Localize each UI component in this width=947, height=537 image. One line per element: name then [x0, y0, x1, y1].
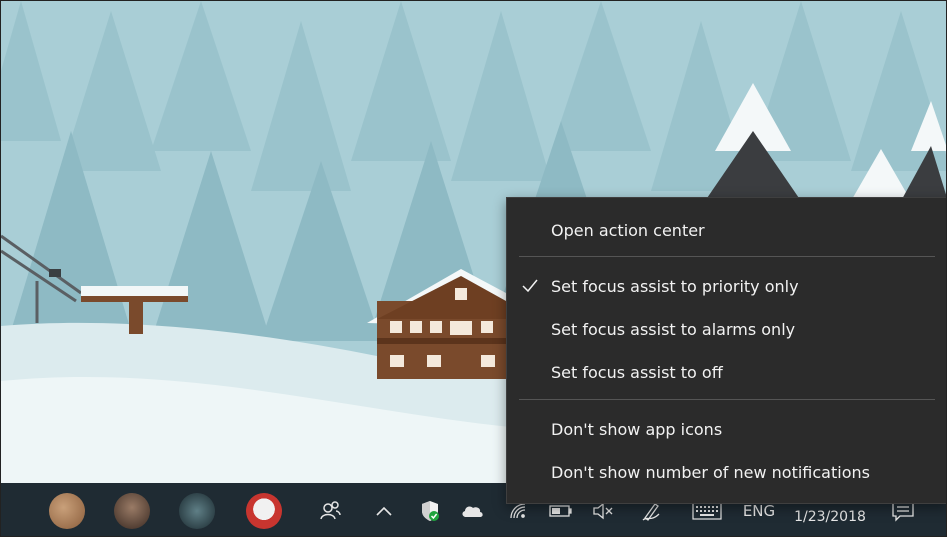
clock-date: 1/23/2018: [794, 508, 866, 525]
avatar: [179, 492, 215, 529]
menu-item-label: Set focus assist to alarms only: [551, 319, 796, 339]
menu-item-focus-alarms-only[interactable]: Set focus assist to alarms only: [507, 309, 946, 349]
avatar: [246, 492, 282, 529]
menu-item-open-action-center[interactable]: Open action center: [507, 210, 946, 250]
menu-item-label: Open action center: [551, 220, 705, 240]
checkmark-icon: [522, 279, 538, 293]
menu-separator: [519, 399, 935, 400]
show-hidden-icons-icon[interactable]: [369, 483, 399, 536]
onedrive-icon[interactable]: [457, 483, 487, 536]
desktop-screen: ENG 8:48 AM 1/23/2018 Open action center…: [0, 0, 947, 537]
contact-avatar-2[interactable]: [112, 483, 152, 536]
menu-item-focus-off[interactable]: Set focus assist to off: [507, 352, 946, 392]
menu-item-label: Don't show app icons: [551, 419, 723, 439]
menu-item-dont-show-notification-count[interactable]: Don't show number of new notifications: [507, 452, 946, 492]
windows-defender-icon[interactable]: [415, 483, 445, 536]
menu-item-label: Set focus assist to off: [551, 362, 723, 382]
contact-avatar-4[interactable]: [244, 483, 284, 536]
contact-avatar-3[interactable]: [177, 483, 217, 536]
menu-separator: [519, 256, 935, 257]
language-label: ENG: [742, 501, 776, 520]
menu-item-label: Don't show number of new notifications: [551, 462, 870, 482]
menu-item-dont-show-app-icons[interactable]: Don't show app icons: [507, 409, 946, 449]
avatar: [49, 492, 85, 529]
action-center-context-menu: Open action center Set focus assist to p…: [506, 197, 946, 504]
avatar: [114, 492, 150, 529]
people-icon[interactable]: [313, 483, 347, 536]
menu-item-focus-priority-only[interactable]: Set focus assist to priority only: [507, 266, 946, 306]
menu-item-label: Set focus assist to priority only: [551, 276, 799, 296]
contact-avatar-1[interactable]: [47, 483, 87, 536]
